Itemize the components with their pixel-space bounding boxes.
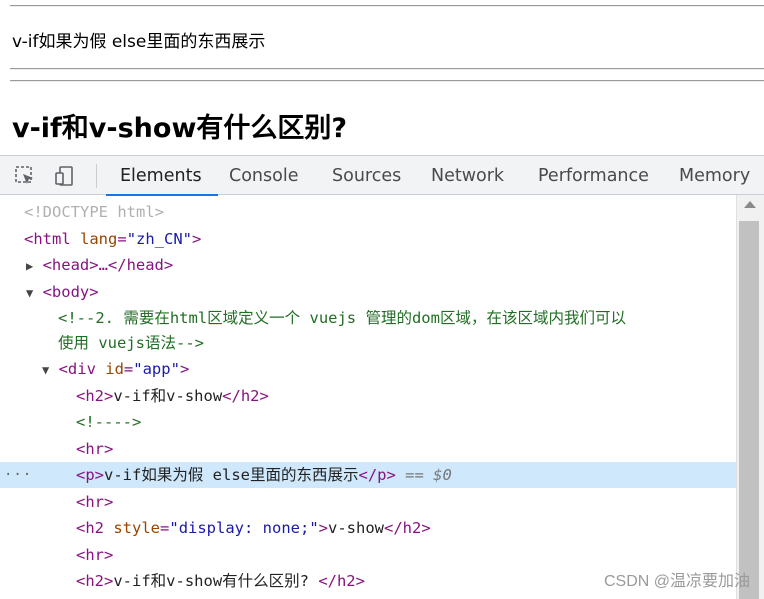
tree-node-hr[interactable]: <hr> [0, 489, 736, 515]
elements-tree: <!DOCTYPE html> <html lang="zh_CN"> ▶ <h… [0, 195, 736, 599]
expand-triangle-icon[interactable]: ▶ [26, 259, 33, 273]
tree-node-h2[interactable]: <h2>v-if和v-show</h2> [0, 383, 736, 409]
divider-2 [10, 80, 764, 82]
h2-close-tag: </h2> [318, 572, 365, 590]
toolbar-separator [96, 164, 97, 188]
tree-node-comment[interactable]: <!--2. 需要在html区域定义一个 vuejs 管理的dom区域，在该区域… [0, 305, 736, 331]
collapse-triangle-icon[interactable]: ▼ [42, 363, 49, 377]
html-open-tag: <html [24, 230, 71, 248]
empty-comment: <!----> [76, 413, 142, 431]
more-options-icon[interactable]: ··· [4, 462, 32, 488]
h2-open-tag: <h2> [76, 387, 114, 405]
h2-text: v-show [328, 519, 385, 537]
comment-line-1: <!--2. 需要在html区域定义一个 vuejs 管理的dom区域，在该区域… [58, 309, 626, 327]
h2-close-tag: </h2> [222, 387, 269, 405]
body-tag: <body> [42, 283, 99, 301]
inspect-element-icon[interactable] [14, 165, 36, 187]
h2-text: v-if和v-show有什么区别? [113, 572, 319, 590]
tree-node-empty-comment[interactable]: <!----> [0, 409, 736, 435]
devtools-panel: Elements Console Sources Network Perform… [0, 155, 764, 599]
divider-1 [10, 68, 764, 70]
page-paragraph: v-if如果为假 else里面的东西展示 [12, 32, 266, 52]
doctype-text: <!DOCTYPE html> [24, 203, 164, 221]
tab-elements[interactable]: Elements [106, 156, 218, 196]
tree-node-hr[interactable]: <hr> [0, 542, 736, 568]
div-attr-name: id [105, 360, 124, 378]
tab-memory[interactable]: Memory [679, 156, 750, 195]
tree-node-comment-cont[interactable]: 使用 vuejs语法--> [0, 330, 736, 356]
h2-text: v-if和v-show [113, 387, 223, 405]
scroll-up-icon[interactable] [744, 201, 756, 208]
tree-node-h2-hidden[interactable]: <h2 style="display: none;">v-show</h2> [0, 515, 736, 541]
tree-node-div-app[interactable]: ▼ <div id="app"> [0, 356, 736, 382]
h2-close-tag: </h2> [384, 519, 431, 537]
h2-attr-value: "display: none;" [169, 519, 319, 537]
head-tag: <head>…</head> [42, 256, 174, 274]
p-text: v-if如果为假 else里面的东西展示 [104, 466, 359, 484]
tab-performance[interactable]: Performance [538, 156, 649, 195]
hr-tag: <hr> [76, 493, 114, 511]
device-toolbar-icon[interactable] [54, 165, 76, 187]
tree-node-hr[interactable]: <hr> [0, 436, 736, 462]
tab-sources[interactable]: Sources [332, 156, 401, 195]
page-heading: v-if和v-show有什么区别? [12, 113, 348, 144]
watermark: CSDN @温凉要加油 [603, 573, 750, 590]
tab-console[interactable]: Console [229, 156, 298, 195]
collapse-triangle-icon[interactable]: ▼ [26, 286, 33, 300]
tab-network[interactable]: Network [431, 156, 504, 195]
p-open-tag: <p> [76, 466, 104, 484]
hr-tag: <hr> [76, 546, 114, 564]
h2-attr-name: style [113, 519, 161, 537]
comment-line-2: 使用 vuejs语法--> [58, 334, 204, 352]
tree-node-head[interactable]: ▶ <head>…</head> [0, 252, 736, 278]
html-attr-name: lang [80, 230, 118, 248]
h2-open-tag: <h2> [76, 572, 114, 590]
devtools-toolbar: Elements Console Sources Network Perform… [0, 155, 764, 196]
tree-node-body[interactable]: ▼ <body> [0, 279, 736, 305]
top-divider [10, 5, 764, 7]
selected-node-marker: == $0 [405, 466, 452, 484]
tree-node-html[interactable]: <html lang="zh_CN"> [0, 226, 736, 252]
p-close-tag: </p> [358, 466, 396, 484]
tree-node-p-selected[interactable]: ··· <p>v-if如果为假 else里面的东西展示</p> == $0 [0, 462, 736, 488]
tree-node-doctype[interactable]: <!DOCTYPE html> [0, 199, 736, 225]
h2-open-tag: <h2 [76, 519, 104, 537]
div-attr-value: "app" [133, 360, 180, 378]
hr-tag: <hr> [76, 440, 114, 458]
tree-scrollbar[interactable] [736, 195, 764, 599]
html-attr-value: "zh_CN" [126, 230, 193, 248]
scrollbar-thumb[interactable] [739, 221, 759, 599]
div-open-tag: <div [58, 360, 96, 378]
